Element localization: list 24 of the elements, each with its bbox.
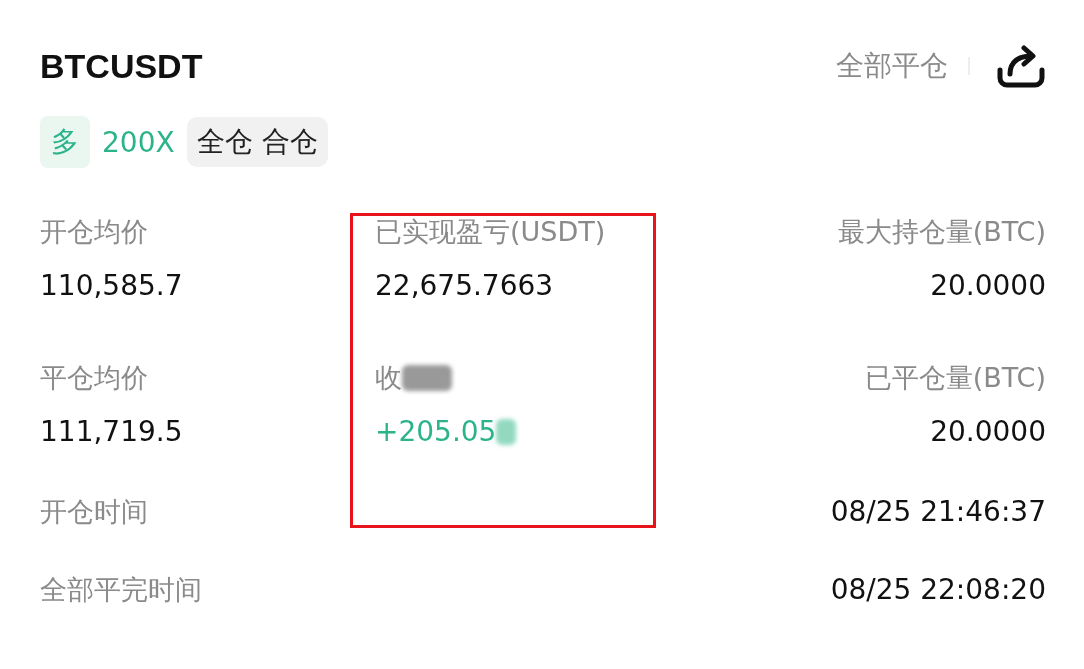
time-value: 08/25 21:46:37 <box>830 494 1046 530</box>
stat-value: 20.0000 <box>930 414 1046 450</box>
stat-label: 已实现盈亏(USDT) <box>375 215 606 249</box>
close-all-button[interactable]: 全部平仓 <box>836 47 948 85</box>
smudge-mark <box>496 419 517 445</box>
time-value: 08/25 22:08:20 <box>830 572 1046 608</box>
margin-mode-tag: 全仓 合仓 <box>186 117 328 167</box>
stat-value: +205.05 <box>375 414 497 450</box>
time-label: 开仓时间 <box>40 495 148 529</box>
leverage-label: 200X <box>102 125 175 159</box>
stat-value: 22,675.7663 <box>375 268 554 304</box>
smudge-mark <box>402 365 452 391</box>
stat-label: 平仓均价 <box>40 361 148 395</box>
side-badge: 多 <box>40 116 90 168</box>
time-label: 全部平完时间 <box>40 573 202 607</box>
symbol-title: BTCUSDT <box>40 46 203 86</box>
share-icon[interactable] <box>996 44 1046 88</box>
stat-label: 已平仓量(BTC) <box>864 361 1046 395</box>
stat-value: 110,585.7 <box>40 268 183 304</box>
stat-value: 20.0000 <box>930 268 1046 304</box>
stat-label: 开仓均价 <box>40 215 148 249</box>
stat-label: 收 <box>375 361 402 395</box>
stat-label: 最大持仓量(BTC) <box>837 215 1046 249</box>
stat-value: 111,719.5 <box>40 414 183 450</box>
